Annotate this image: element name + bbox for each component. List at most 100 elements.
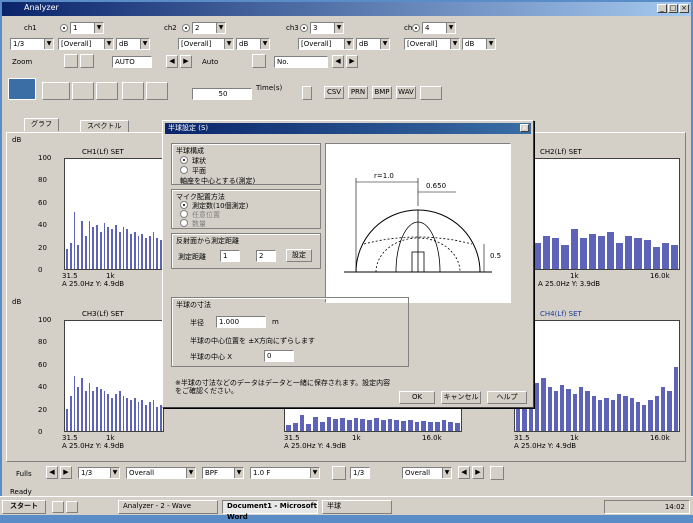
next2-button[interactable]: ▶ [346, 55, 358, 68]
graph-icon[interactable] [332, 466, 346, 480]
ch1-radio[interactable] [60, 24, 68, 32]
weight-select-bottom[interactable]: Overall ▼ [126, 467, 196, 479]
center-x-input[interactable]: 0 [264, 350, 294, 362]
bmp-button[interactable]: BMP [372, 86, 392, 99]
spectrum-bar [81, 378, 83, 431]
ch4-unit-select[interactable]: dB ▼ [462, 38, 496, 50]
prev-button[interactable]: ◀ [166, 55, 178, 68]
x-tick: 1k [570, 434, 579, 442]
center-note: 半球の中心位置を ±X方向にずらします [190, 337, 315, 345]
zoom-in-icon[interactable] [64, 54, 78, 68]
ch4-weight-select[interactable]: [Overall] ▼ [404, 38, 460, 50]
overall-select[interactable]: Overall ▼ [402, 467, 452, 479]
spectrum-plot[interactable] [532, 158, 680, 270]
desktop-icon[interactable] [66, 501, 78, 513]
ch3-radio[interactable] [300, 24, 308, 32]
radius-input[interactable]: 1.000 [216, 316, 266, 328]
type-radio[interactable] [180, 156, 188, 164]
ch3-weight-select[interactable]: [Overall] ▼ [298, 38, 354, 50]
spectrum-bar [77, 244, 80, 269]
maximize-button[interactable]: □ [668, 4, 678, 13]
apply-distance-button[interactable]: 設定 [286, 249, 312, 262]
grid-icon[interactable] [490, 466, 504, 480]
x-tick: 31.5 [284, 434, 300, 442]
spectrum-bar [625, 236, 633, 269]
next-band-button[interactable]: ▶ [60, 466, 72, 479]
ch4-select[interactable]: 4 ▼ [422, 22, 456, 34]
settings-icon[interactable] [252, 54, 266, 68]
spectrum-bar [115, 393, 117, 431]
taskbar-item[interactable]: 半球 [322, 500, 392, 514]
filter-select[interactable]: BPF ▼ [202, 467, 244, 479]
chevron-down-icon: ▼ [446, 23, 455, 33]
chevron-down-icon: ▼ [260, 39, 269, 49]
ch3-select[interactable]: 3 ▼ [310, 22, 344, 34]
tab-graph[interactable]: グラフ [24, 118, 59, 131]
ch2-unit-select[interactable]: dB ▼ [236, 38, 270, 50]
minimize-button[interactable]: _ [657, 4, 667, 13]
ie-icon[interactable] [52, 501, 64, 513]
wav-button[interactable]: WAV [396, 86, 416, 99]
ok-button[interactable]: OK [399, 391, 435, 404]
help-button[interactable]: ヘルプ [487, 391, 527, 404]
spectrum-bar [145, 238, 147, 269]
csv-button[interactable]: CSV [324, 86, 344, 99]
distance-input-1[interactable]: 1 [220, 250, 240, 262]
band-select[interactable]: 1/3 ▼ [10, 38, 54, 50]
chart-icon[interactable] [80, 54, 94, 68]
ch2-radio[interactable] [182, 24, 190, 32]
tool-4-button[interactable] [122, 82, 144, 100]
type-radio[interactable] [180, 166, 188, 174]
start-button[interactable]: スタート [2, 500, 46, 514]
tool-5-button[interactable] [146, 82, 168, 100]
tool-2-button[interactable] [72, 82, 94, 100]
spectrum-bar [560, 384, 565, 431]
spectrum-bar [160, 404, 162, 431]
ch4-radio[interactable] [412, 24, 420, 32]
spectrum-bar [148, 236, 151, 269]
disabled-button[interactable] [420, 86, 442, 100]
next-overall-button[interactable]: ▶ [472, 466, 484, 479]
ch1-weight-select[interactable]: [Overall] ▼ [58, 38, 114, 50]
spectrum-bar [141, 400, 144, 431]
taskbar-item-active[interactable]: Document1 - Microsoft Word [222, 500, 318, 521]
spectrum-plot[interactable] [64, 158, 164, 270]
band-select-bottom[interactable]: 1/3 ▼ [78, 467, 120, 479]
spectrum-bar [99, 389, 102, 431]
spectrum-bar [561, 244, 569, 269]
number-field[interactable]: No. [274, 56, 328, 68]
prev-band-button[interactable]: ◀ [46, 466, 58, 479]
layout-radio[interactable] [180, 210, 188, 218]
time-spinner[interactable] [302, 86, 312, 100]
prev-overall-button[interactable]: ◀ [458, 466, 470, 479]
ch1-select[interactable]: 1 ▼ [70, 22, 104, 34]
y-tick: 20 [38, 243, 47, 252]
tool-1-button[interactable] [42, 82, 70, 100]
spectrum-plot[interactable] [64, 320, 164, 432]
close-button[interactable]: × [679, 4, 689, 13]
ch3-unit-select[interactable]: dB ▼ [356, 38, 390, 50]
spectrum-bar [326, 417, 332, 431]
layout-radio[interactable] [180, 219, 188, 227]
tool-3-button[interactable] [96, 82, 118, 100]
prev2-button[interactable]: ◀ [332, 55, 344, 68]
chevron-down-icon: ▼ [442, 468, 451, 478]
ch2-select[interactable]: 2 ▼ [192, 22, 226, 34]
print-button[interactable]: PRN [348, 86, 368, 99]
plot-title: CH2(Lf) SET [540, 148, 582, 156]
close-icon[interactable]: × [520, 124, 529, 132]
zoom-value[interactable]: AUTO [112, 56, 152, 68]
mode-field[interactable]: 1/3 [350, 467, 370, 479]
next-button[interactable]: ▶ [180, 55, 192, 68]
factor-select[interactable]: 1.0 F ▼ [250, 467, 320, 479]
ch2-weight-select[interactable]: [Overall] ▼ [178, 38, 234, 50]
spectrum-bar [534, 242, 542, 269]
taskbar-item[interactable]: Analyzer - 2 - Wave [118, 500, 218, 514]
spectrum-plot[interactable] [514, 320, 680, 432]
center-value[interactable]: 50 [192, 88, 252, 100]
cancel-button[interactable]: キャンセル [441, 391, 481, 404]
layout-radio[interactable] [180, 201, 188, 209]
spectrum-plot[interactable] [284, 408, 462, 432]
ch1-unit-select[interactable]: dB ▼ [116, 38, 150, 50]
distance-input-2[interactable]: 2 [256, 250, 276, 262]
